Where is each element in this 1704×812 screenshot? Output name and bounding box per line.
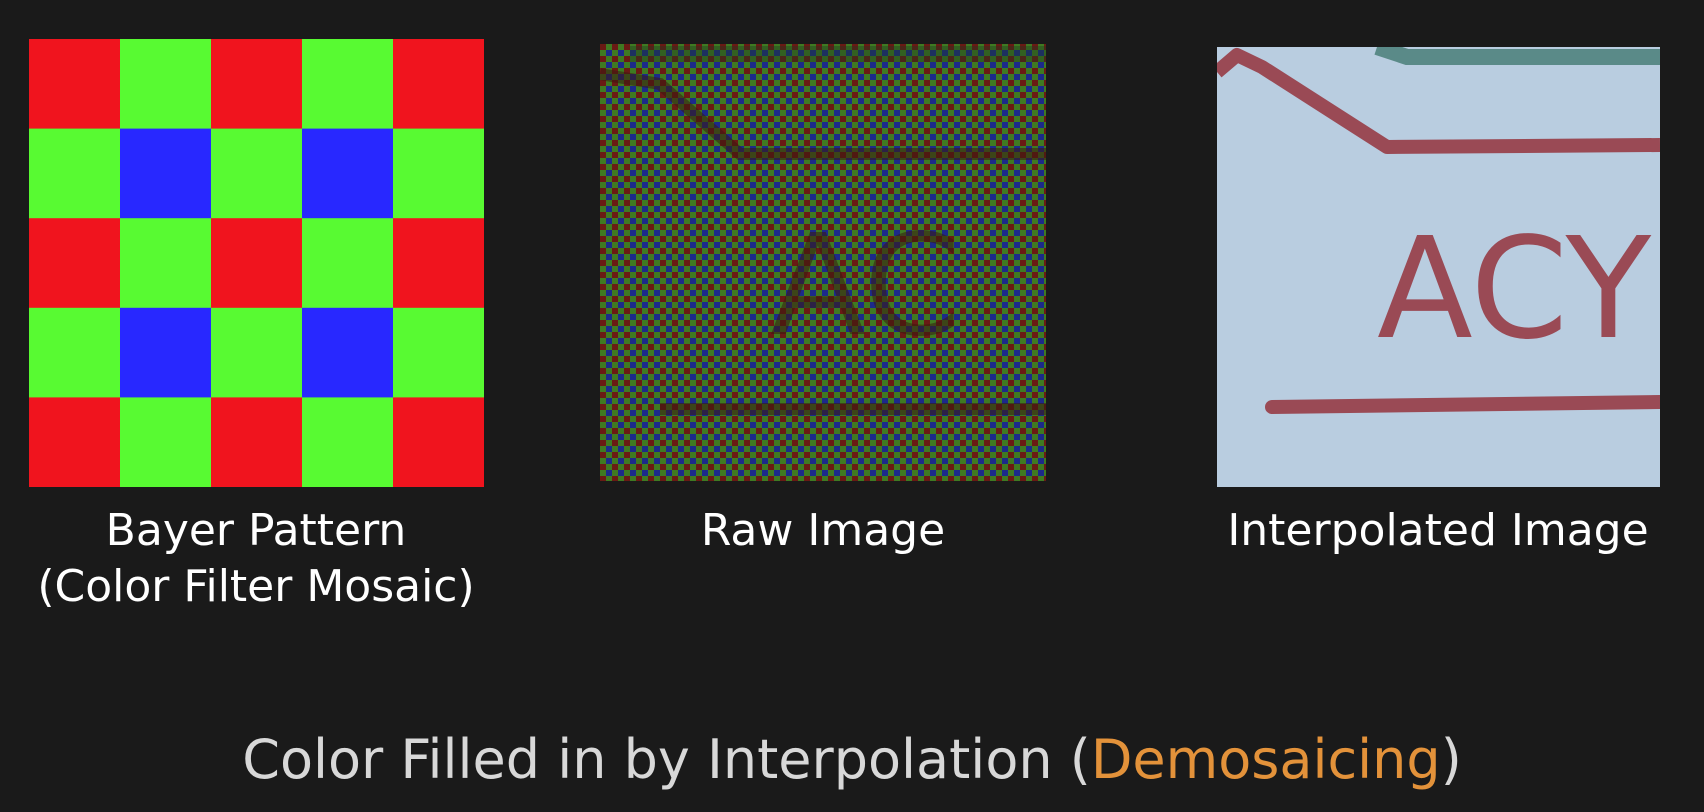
footer-title: Color Filled in by Interpolation (Demosa…	[0, 727, 1704, 793]
bayer-cell	[211, 397, 303, 487]
bayer-cell	[302, 397, 394, 487]
bayer-cell	[29, 128, 121, 219]
bayer-cell	[120, 39, 212, 130]
bayer-cell	[29, 397, 121, 487]
bayer-caption-line2: (Color Filter Mosaic)	[37, 561, 475, 612]
raw-caption: Raw Image	[700, 505, 946, 556]
bayer-cell	[302, 307, 394, 398]
interpolated-image: ACY	[1217, 47, 1660, 487]
bayer-cell	[211, 128, 303, 219]
bayer-cell	[393, 307, 484, 398]
raw-ghost-text: AC	[770, 205, 961, 368]
bayer-cell	[29, 307, 121, 398]
bayer-cell	[393, 128, 484, 219]
interpolated-ghost-text: ACY	[1377, 208, 1652, 371]
bayer-cell	[120, 397, 212, 487]
footer-suffix: )	[1440, 728, 1462, 791]
bayer-mosaic-grid	[29, 39, 484, 487]
bayer-cell	[120, 128, 212, 219]
bayer-cell	[211, 307, 303, 398]
interpolated-caption: Interpolated Image	[1227, 505, 1649, 556]
bayer-cell	[302, 218, 394, 309]
raw-image-panel: AC	[600, 44, 1046, 481]
bayer-cell	[29, 39, 121, 130]
bayer-caption-line1: Bayer Pattern	[105, 505, 407, 556]
bayer-cell	[120, 218, 212, 309]
bayer-cell	[393, 39, 484, 130]
bayer-cell	[211, 39, 303, 130]
bayer-cell	[302, 128, 394, 219]
interpolated-bottom-line	[1265, 395, 1660, 414]
bayer-cell	[393, 397, 484, 487]
bayer-caption: Bayer Pattern (Color Filter Mosaic)	[0, 503, 512, 615]
footer-highlight: Demosaicing	[1090, 728, 1441, 791]
interpolated-image-panel: ACY	[1217, 47, 1660, 487]
bayer-cell	[29, 218, 121, 309]
raw-image-mosaic: AC	[600, 44, 1046, 481]
bayer-cell	[393, 218, 484, 309]
bayer-pattern-panel	[29, 39, 484, 487]
bayer-cell	[211, 218, 303, 309]
bayer-cell	[120, 307, 212, 398]
footer-prefix: Color Filled in by Interpolation (	[242, 728, 1091, 791]
bayer-cell	[302, 39, 394, 130]
